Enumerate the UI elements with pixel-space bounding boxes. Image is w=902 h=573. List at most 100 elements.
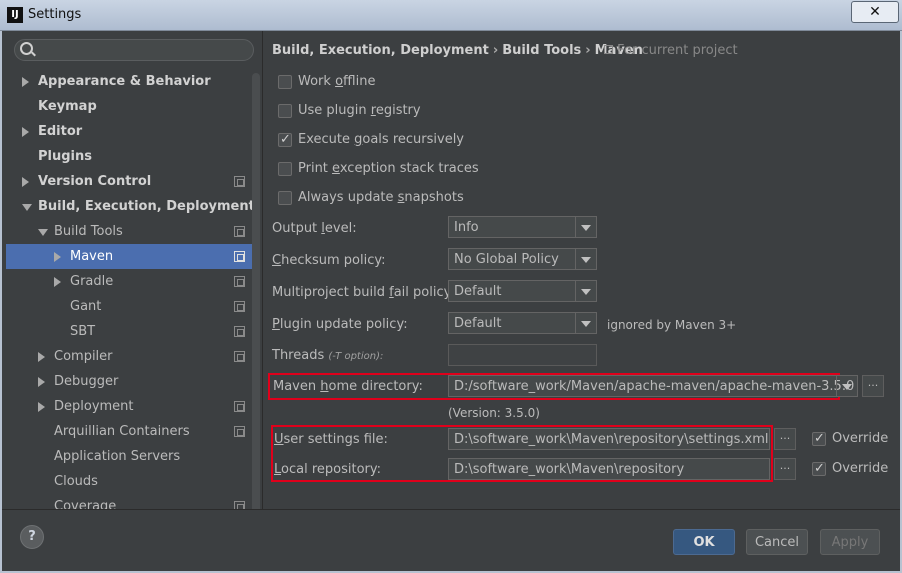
sidebar-item[interactable]: Plugins (6, 144, 260, 169)
checksum-policy-select[interactable]: No Global Policy (448, 248, 597, 270)
scope-label: For current project (617, 43, 738, 58)
checkbox-box[interactable] (278, 104, 292, 118)
sidebar-item[interactable]: Application Servers (6, 444, 260, 469)
project-level-icon (234, 301, 245, 312)
threads-input[interactable] (448, 344, 597, 366)
collapsed-arrow-icon[interactable] (22, 127, 29, 137)
chevron-down-icon (575, 313, 596, 333)
sidebar-item[interactable]: Coverage (6, 494, 260, 509)
sidebar-item-label: Gradle (70, 274, 114, 289)
sidebar-item-label: SBT (70, 324, 96, 339)
sidebar-item-label: Coverage (54, 499, 117, 509)
intellij-logo-icon: IJ (7, 7, 23, 23)
sidebar-item[interactable]: Deployment (6, 394, 260, 419)
breadcrumb: Build, Execution, Deployment › Build Tools… (272, 43, 643, 58)
local-repository-input[interactable]: D:\software_work\Maven\repository (448, 458, 770, 480)
maven-version-label: (Version: 3.5.0) (448, 406, 540, 420)
apply-button[interactable]: Apply (820, 529, 880, 555)
sidebar-item[interactable]: Build, Execution, Deployment (6, 194, 260, 219)
collapsed-arrow-icon[interactable] (38, 377, 45, 387)
footer-divider (0, 509, 902, 510)
checkbox-box[interactable] (812, 429, 826, 449)
maven-home-label: Maven home directory: (273, 379, 423, 394)
sidebar-item-label: Build, Execution, Deployment (38, 199, 255, 214)
multiproject-fail-policy-label: Multiproject build fail policy: (272, 285, 455, 300)
sidebar-item[interactable]: SBT (6, 319, 260, 344)
browse-maven-home-button[interactable]: ... (862, 375, 884, 397)
project-level-icon (234, 501, 245, 509)
window-title: Settings (28, 7, 82, 22)
checkbox-box[interactable] (278, 162, 292, 176)
sidebar-item[interactable]: Editor (6, 119, 260, 144)
multiproject-fail-policy-select[interactable]: Default (448, 280, 597, 302)
checkbox-box[interactable] (278, 191, 292, 205)
help-button[interactable]: ? (20, 525, 44, 549)
sidebar-item-label: Maven (70, 249, 114, 264)
collapsed-arrow-icon[interactable] (38, 352, 45, 362)
chevron-down-icon (836, 376, 857, 396)
checkbox-box[interactable] (812, 459, 826, 479)
sidebar-item[interactable]: Appearance & Behavior (6, 69, 260, 94)
search-icon (20, 42, 33, 55)
project-level-icon (234, 426, 245, 437)
sidebar-item[interactable]: Version Control (6, 169, 260, 194)
sidebar-item-label: Deployment (54, 399, 134, 414)
expanded-arrow-icon[interactable] (38, 229, 48, 236)
sidebar-item-label: Plugins (38, 149, 92, 164)
sidebar-item-label: Arquillian Containers (54, 424, 190, 439)
checkbox-box[interactable] (278, 75, 292, 89)
checkbox-box[interactable] (278, 130, 292, 150)
plugin-update-policy-select[interactable]: Default (448, 312, 597, 334)
scope-indicator: For current project (604, 43, 738, 58)
collapsed-arrow-icon[interactable] (54, 252, 61, 262)
local-repository-label: Local repository: (274, 462, 381, 477)
sidebar-item-label: Keymap (38, 99, 97, 114)
sidebar-item-label: Application Servers (54, 449, 181, 464)
sidebar-item-label: Clouds (54, 474, 98, 489)
collapsed-arrow-icon[interactable] (38, 402, 45, 412)
breadcrumb-separator: › (585, 43, 591, 58)
sidebar-item[interactable]: Build Tools (6, 219, 260, 244)
sidebar-item-label: Compiler (54, 349, 113, 364)
cancel-button[interactable]: Cancel (746, 529, 808, 555)
browse-local-repository-button[interactable]: ... (774, 458, 796, 480)
splitter[interactable] (262, 31, 263, 509)
breadcrumb-part: Build Tools (502, 43, 582, 58)
project-level-icon (234, 351, 245, 362)
chevron-down-icon (575, 281, 596, 301)
window-titlebar: IJ Settings ✕ (0, 0, 902, 31)
collapsed-arrow-icon[interactable] (54, 277, 61, 287)
sidebar-item-label: Editor (38, 124, 83, 139)
sidebar-item[interactable]: Clouds (6, 469, 260, 494)
project-level-icon (234, 176, 245, 187)
plugin-update-policy-label: Plugin update policy: (272, 317, 408, 332)
browse-user-settings-button[interactable]: ... (774, 428, 796, 450)
sidebar-item[interactable]: Maven (6, 244, 260, 269)
breadcrumb-separator: › (492, 43, 499, 58)
sidebar-item[interactable]: Arquillian Containers (6, 419, 260, 444)
settings-sidebar: Appearance & Behavior Keymap Editor Plugins… (0, 31, 262, 509)
breadcrumb-part: Build, Execution, Deployment (272, 43, 489, 58)
close-button[interactable]: ✕ (851, 1, 899, 23)
sidebar-item[interactable]: Gradle (6, 269, 260, 294)
output-level-select[interactable]: Info (448, 216, 597, 238)
sidebar-item-label: Gant (70, 299, 102, 314)
sidebar-item[interactable]: Debugger (6, 369, 260, 394)
collapsed-arrow-icon[interactable] (22, 177, 29, 187)
chevron-down-icon (575, 249, 596, 269)
project-level-icon (234, 251, 245, 262)
sidebar-item[interactable]: Keymap (6, 94, 260, 119)
project-level-icon (234, 226, 245, 237)
sidebar-item-label: Debugger (54, 374, 119, 389)
collapsed-arrow-icon[interactable] (22, 77, 29, 87)
sidebar-item-label: Appearance & Behavior (38, 74, 211, 89)
expanded-arrow-icon[interactable] (22, 204, 32, 211)
sidebar-item[interactable]: Compiler (6, 344, 260, 369)
sidebar-scrollbar[interactable] (252, 73, 260, 509)
chevron-down-icon (575, 217, 596, 237)
user-settings-input[interactable]: D:\software_work\Maven\repository\settin… (448, 428, 770, 450)
ok-button[interactable]: OK (673, 529, 735, 555)
maven-home-select[interactable]: D:/software_work/Maven/apache-maven/apac… (448, 375, 858, 397)
search-input[interactable] (14, 39, 254, 61)
sidebar-item[interactable]: Gant (6, 294, 260, 319)
